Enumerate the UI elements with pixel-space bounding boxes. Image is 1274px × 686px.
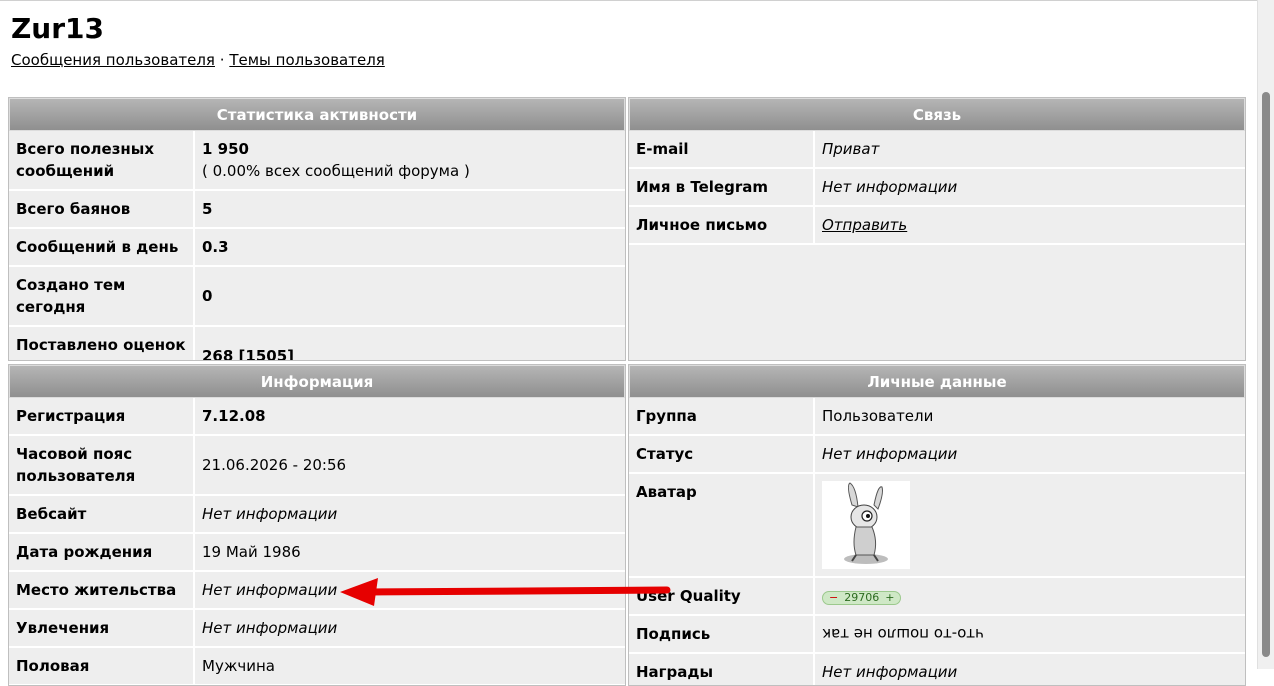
link-separator: · [219,51,225,69]
row-value: −29706 + [814,577,1245,616]
row-value: 0.3 [194,228,625,267]
table-row: Увлечения Нет информации [9,609,625,648]
row-label: Вебсайт [9,495,195,534]
table-row: Статус Нет информации [629,435,1245,474]
row-label: Поставлено оценок сегодня [9,326,195,360]
table-row: Часовой пояс пользователя 21.06.2026 - 2… [9,435,625,496]
table-row: User Quality −29706 + [629,577,1245,616]
activity-panel: Статистика активности Всего полезных соо… [8,97,626,361]
row-label: Награды [629,653,815,685]
table-row: Награды Нет информации [629,653,1245,685]
avatar [822,481,910,569]
row-label: Половая [9,647,195,685]
row-value: Нет информации [194,495,625,534]
user-messages-link[interactable]: Сообщения пользователя [11,51,215,69]
table-row: Личное письмо Отправить [629,206,1245,245]
row-value [814,473,1245,578]
table-row: Аватар [629,473,1245,578]
row-value: Нет информации [814,435,1245,474]
table-row: Дата рождения 19 Май 1986 [9,533,625,572]
profile-links: Сообщения пользователя · Темы пользовате… [11,50,385,70]
row-value: Нет информации [814,653,1245,685]
row-value: 0 [194,266,625,327]
user-topics-link[interactable]: Темы пользователя [229,51,385,69]
activity-table: Всего полезных сообщений 1 950 ( 0.00% в… [9,131,625,360]
table-row: Создано тем сегодня 0 [9,266,625,327]
table-row: Всего полезных сообщений 1 950 ( 0.00% в… [9,131,625,191]
table-row: Сообщений в день 0.3 [9,228,625,267]
table-row: Регистрация 7.12.08 [9,398,625,436]
row-label: Часовой пояс пользователя [9,435,195,496]
contact-panel-title: Связь [629,98,1245,131]
row-label: Дата рождения [9,533,195,572]
row-value: 268 [1505] [194,326,625,360]
activity-panel-title: Статистика активности [9,98,625,131]
row-label: Группа [629,398,815,436]
personal-panel: Личные данные Группа Пользователи Статус… [628,364,1246,686]
send-message-link[interactable]: Отправить [822,216,907,234]
table-row: Вебсайт Нет информации [9,495,625,534]
rate-up-button[interactable]: + [885,591,894,604]
row-value: Приват [814,131,1245,169]
row-label: Место жительства [9,571,195,610]
red-arrow-annotation [340,578,671,606]
signature-text: что-то пошло не так [822,625,984,643]
table-row: Группа Пользователи [629,398,1245,436]
row-label: Имя в Telegram [629,168,815,207]
table-row: E-mail Приват [629,131,1245,169]
row-label: Сообщений в день [9,228,195,267]
row-label: Всего баянов [9,190,195,229]
row-value: Нет информации [814,168,1245,207]
profile-username: Zur13 [11,12,105,45]
row-label: Статус [629,435,815,474]
page-scrollbar[interactable] [1257,0,1274,669]
table-row: Половая Мужчина [9,647,625,685]
table-row: Имя в Telegram Нет информации [629,168,1245,207]
row-value: 1 950 ( 0.00% всех сообщений форума ) [194,131,625,191]
row-value: что-то пошло не так [814,615,1245,654]
user-quality-score: 29706 [844,591,880,604]
row-label: E-mail [629,131,815,169]
row-label: Увлечения [9,609,195,648]
top-border [0,0,1258,1]
info-table: Регистрация 7.12.08 Часовой пояс пользов… [9,398,625,685]
row-label: Аватар [629,473,815,578]
table-row: Всего баянов 5 [9,190,625,229]
info-panel: Информация Регистрация 7.12.08 Часовой п… [8,364,626,686]
row-value: 7.12.08 [194,398,625,436]
info-panel-title: Информация [9,365,625,398]
table-row: Подпись что-то пошло не так [629,615,1245,654]
row-label: Подпись [629,615,815,654]
row-value: 5 [194,190,625,229]
table-row: Поставлено оценок сегодня 268 [1505] [9,326,625,360]
row-value: Пользователи [814,398,1245,436]
useful-posts-count: 1 950 [202,140,249,158]
rate-down-button[interactable]: − [829,591,838,604]
contact-table: E-mail Приват Имя в Telegram Нет информа… [629,131,1245,245]
row-value: Отправить [814,206,1245,245]
row-label: Всего полезных сообщений [9,131,195,191]
personal-panel-title: Личные данные [629,365,1245,398]
row-label: Создано тем сегодня [9,266,195,327]
row-value: Мужчина [194,647,625,685]
row-value: 21.06.2026 - 20:56 [194,435,625,496]
contact-panel: Связь E-mail Приват Имя в Telegram Нет и… [628,97,1246,361]
scrollbar-thumb[interactable] [1262,92,1270,657]
user-quality-badge: −29706 + [822,591,902,605]
row-value: 19 Май 1986 [194,533,625,572]
personal-table: Группа Пользователи Статус Нет информаци… [629,398,1245,685]
row-label: Регистрация [9,398,195,436]
row-label: Личное письмо [629,206,815,245]
row-value: Нет информации [194,609,625,648]
useful-posts-percent: ( 0.00% всех сообщений форума ) [202,162,470,180]
